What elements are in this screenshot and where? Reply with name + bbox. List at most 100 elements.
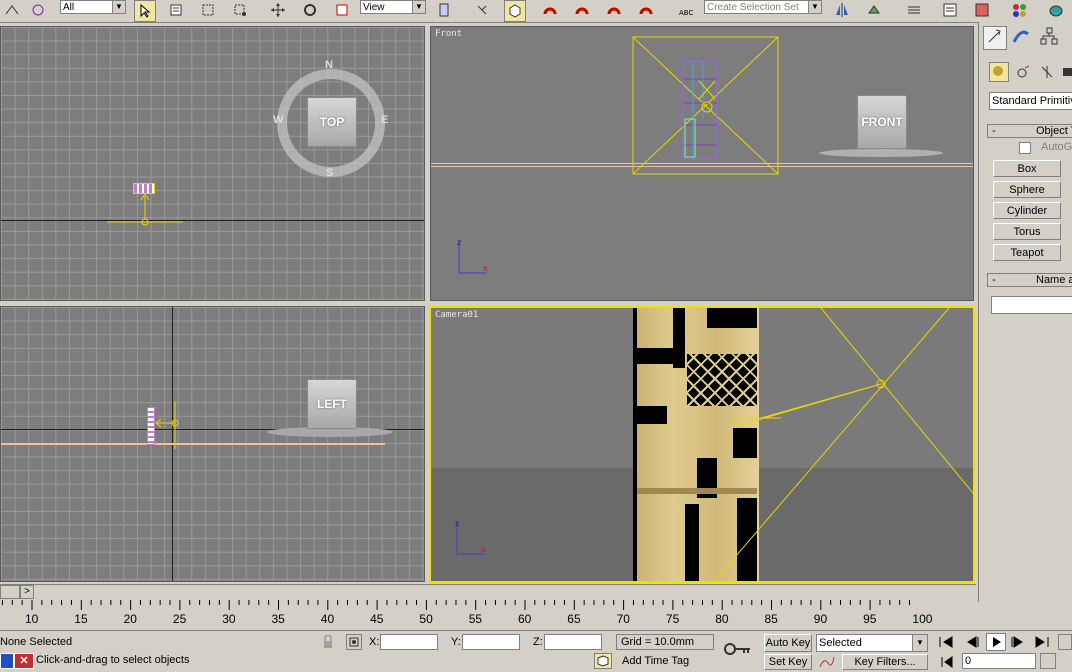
box-button[interactable]: Box (993, 160, 1061, 177)
curve-editor-button[interactable] (940, 0, 960, 20)
x-coord-label: X: (369, 636, 380, 648)
compass-east[interactable]: E (381, 114, 388, 126)
previous-frame-icon[interactable] (964, 636, 980, 651)
autogrid-checkbox[interactable] (1019, 142, 1031, 154)
magnet-icon (543, 7, 557, 15)
select-manipulate-button[interactable] (472, 0, 492, 20)
time-configuration-button[interactable] (1040, 653, 1056, 669)
crossing-icon (234, 4, 246, 16)
rotate-button[interactable] (300, 0, 320, 20)
edit-named-selection-button[interactable]: ABC (676, 0, 696, 20)
bind-spacewarp-icon[interactable] (28, 0, 48, 20)
selection-filter-dropdown[interactable]: All ▼ (60, 0, 126, 14)
track-bar[interactable]: 10 15 20 25 30 35 40 45 50 55 60 65 70 75 80 85 90 95 100 (0, 600, 976, 628)
compass-west[interactable]: W (273, 114, 283, 126)
viewcube-front[interactable]: FRONT (857, 95, 907, 149)
viewport-left[interactable]: LEFT (0, 306, 425, 582)
tick-label: 50 (419, 612, 433, 626)
x-coord-field[interactable] (380, 634, 438, 650)
key-mode-dropdown[interactable]: Selected ▼ (816, 634, 928, 652)
axis-z-label: z (457, 238, 461, 247)
reference-coordinate-dropdown[interactable]: View ▼ (360, 0, 426, 14)
time-slider-thumb[interactable] (0, 585, 20, 599)
schematic-view-button[interactable] (972, 0, 992, 20)
bookshelf-front[interactable] (681, 59, 721, 161)
modify-tab-icon[interactable] (1011, 26, 1033, 48)
percent-snap-button[interactable] (604, 0, 624, 20)
primitive-category-dropdown[interactable]: Standard Primitives (989, 92, 1072, 110)
align-button[interactable] (864, 0, 884, 20)
window-crossing-button[interactable] (230, 0, 250, 20)
next-frame-arrow-button[interactable]: > (20, 585, 34, 599)
teapot-button[interactable]: Teapot (993, 244, 1061, 261)
key-filters-button[interactable]: Key Filters... (842, 654, 928, 670)
torus-button[interactable]: Torus (993, 223, 1061, 240)
viewport-camera[interactable]: Camera01 z x (429, 306, 975, 583)
create-tab-icon[interactable] (983, 26, 1007, 50)
viewport-front[interactable]: Front FRONT z x (430, 26, 974, 301)
time-slider-track[interactable]: > (0, 584, 976, 601)
next-frame-icon[interactable] (1010, 636, 1026, 651)
viewcube-top[interactable]: TOP (307, 97, 357, 147)
angle-snap-button[interactable] (572, 0, 592, 20)
tick-label: 20 (123, 612, 137, 626)
shapes-category-icon[interactable] (1015, 64, 1031, 83)
select-object-button[interactable] (134, 0, 156, 22)
snap-toggle-button[interactable] (540, 0, 560, 20)
camera-gizmo[interactable] (105, 192, 185, 228)
teapot-icon (1049, 5, 1063, 17)
add-time-tag-button[interactable]: Add Time Tag (622, 655, 689, 667)
y-coord-field[interactable] (462, 634, 520, 650)
viewcube-left[interactable]: LEFT (307, 379, 357, 429)
time-tag-icon[interactable] (594, 653, 612, 669)
compass-south[interactable]: S (326, 167, 333, 179)
tick-label: 60 (518, 612, 532, 626)
go-to-start-icon[interactable] (938, 636, 954, 651)
material-editor-button[interactable] (1010, 0, 1030, 20)
default-in-out-tangent-icon[interactable] (818, 655, 836, 672)
sphere-button[interactable]: Sphere (993, 181, 1061, 198)
lights-category-icon[interactable] (1039, 64, 1055, 83)
z-coord-field[interactable] (544, 634, 602, 650)
absolute-mode-toggle-icon[interactable] (346, 634, 362, 650)
maxscript-listener-icon[interactable] (0, 653, 14, 669)
set-key-button[interactable]: Set Key (764, 654, 812, 670)
current-frame-field[interactable]: 0 (962, 653, 1036, 669)
lock-selection-icon[interactable] (322, 634, 334, 652)
name-color-rollout[interactable]: - Name and Color (987, 273, 1072, 287)
viewport-top[interactable]: N S E W TOP (0, 26, 425, 301)
object-name-input[interactable] (991, 296, 1072, 314)
key-mode-icon[interactable] (724, 641, 752, 660)
tick-label: 95 (863, 612, 877, 626)
hierarchy-tab-icon[interactable] (1039, 26, 1061, 48)
rect-selection-region-button[interactable] (198, 0, 218, 20)
play-icon[interactable] (986, 633, 1006, 651)
cylinder-button[interactable]: Cylinder (993, 202, 1061, 219)
key-mode-toggle-icon[interactable] (940, 656, 954, 671)
geometry-category-button[interactable] (989, 62, 1009, 82)
scale-button[interactable] (332, 0, 352, 20)
cameras-category-icon[interactable] (1061, 64, 1072, 83)
command-panel: Standard Primitives - Object Type AutoGr… (978, 22, 1072, 602)
axis-x-label: x (481, 545, 486, 554)
named-selection-set-dropdown[interactable]: Create Selection Set ▼ (704, 0, 822, 14)
pivot-center-button[interactable] (434, 0, 454, 20)
spinner-snap-button[interactable] (636, 0, 656, 20)
close-icon[interactable]: ✕ (14, 653, 34, 669)
compass-north[interactable]: N (325, 59, 333, 71)
select-by-name-button[interactable] (166, 0, 186, 20)
layer-manager-button[interactable] (904, 0, 924, 20)
object-type-rollout[interactable]: - Object Type (987, 124, 1072, 138)
go-to-end-icon[interactable] (1034, 636, 1050, 651)
mirror-button[interactable] (832, 0, 852, 20)
tick-label: 15 (74, 612, 88, 626)
rollout-title: Name and Color (1036, 274, 1072, 286)
unlink-icon[interactable] (2, 0, 22, 20)
time-config-icon[interactable] (1058, 634, 1072, 650)
auto-key-button[interactable]: Auto Key (764, 634, 812, 652)
render-teapot-button[interactable] (1046, 0, 1066, 20)
move-button[interactable] (268, 0, 288, 20)
keyboard-shortcut-override-button[interactable] (504, 0, 526, 22)
camera-gizmo-left[interactable] (151, 399, 187, 453)
rollout-collapse-icon: - (992, 274, 996, 286)
